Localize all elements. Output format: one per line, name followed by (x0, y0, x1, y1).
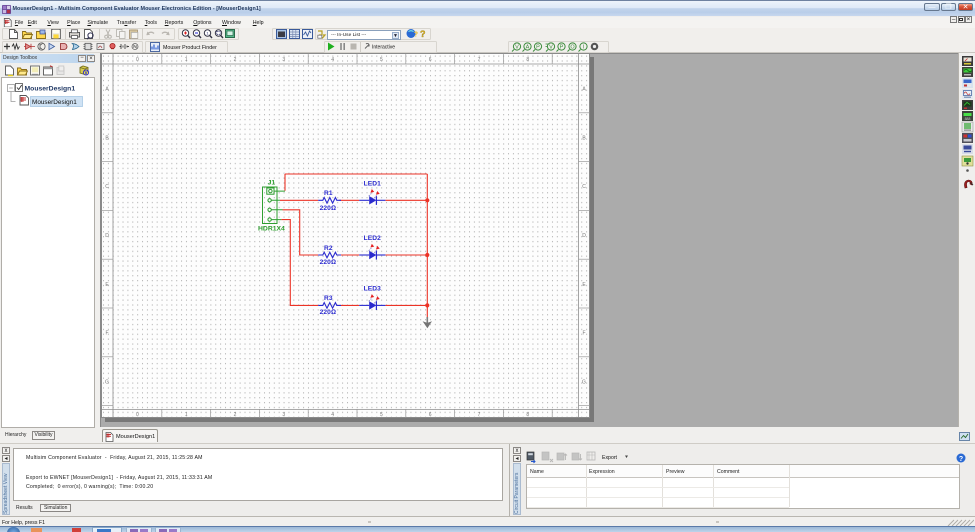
svg-text:1: 1 (185, 412, 188, 418)
svg-text:4: 4 (331, 412, 334, 418)
svg-text:3: 3 (282, 57, 285, 63)
svg-text:Export: Export (602, 455, 618, 461)
svg-text:1: 1 (185, 57, 188, 63)
svg-text:G: G (105, 379, 109, 385)
svg-text:0: 0 (136, 412, 139, 418)
svg-text:R1: R1 (324, 190, 333, 197)
svg-text:R2: R2 (324, 245, 333, 252)
svg-text:LED3: LED3 (364, 285, 381, 292)
svg-text:6: 6 (429, 412, 432, 418)
svg-text:D: D (582, 233, 586, 239)
svg-text:C: C (582, 184, 586, 190)
svg-text:8: 8 (526, 57, 529, 63)
svg-text:2: 2 (234, 412, 237, 418)
svg-text:220Ω: 220Ω (320, 309, 336, 316)
svg-text:5: 5 (380, 57, 383, 63)
svg-text:220Ω: 220Ω (320, 259, 336, 266)
svg-text:HDR1X4: HDR1X4 (258, 225, 285, 232)
svg-text:8: 8 (526, 412, 529, 418)
svg-text:888: 888 (965, 117, 971, 121)
svg-text:R3: R3 (324, 295, 333, 302)
svg-text:MouserDesign1: MouserDesign1 (25, 86, 76, 93)
svg-text:?: ? (959, 456, 963, 463)
svg-text:7: 7 (478, 412, 481, 418)
svg-text:2: 2 (234, 57, 237, 63)
svg-text:F: F (582, 331, 585, 337)
svg-text:7: 7 (478, 57, 481, 63)
svg-text:6: 6 (429, 57, 432, 63)
svg-text:J1: J1 (268, 179, 276, 186)
svg-text:220Ω: 220Ω (320, 205, 336, 212)
svg-text:MouserDesign1: MouserDesign1 (32, 99, 77, 106)
svg-text:LED2: LED2 (364, 235, 381, 242)
svg-text:LED1: LED1 (364, 180, 381, 187)
svg-text:5: 5 (380, 412, 383, 418)
svg-text:G: G (582, 379, 586, 385)
svg-text:C: C (105, 184, 109, 190)
svg-text:3: 3 (282, 412, 285, 418)
svg-text:0: 0 (136, 57, 139, 63)
svg-text:F: F (105, 331, 108, 337)
svg-text:4: 4 (331, 57, 334, 63)
svg-text:D: D (105, 233, 109, 239)
